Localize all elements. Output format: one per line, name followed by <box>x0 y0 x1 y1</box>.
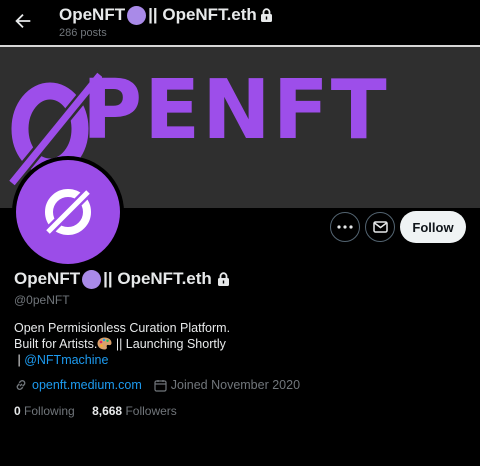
lock-icon <box>260 8 272 22</box>
profile-name-suffix: || OpeNFT.eth <box>103 269 212 288</box>
purple-circle-emoji-icon <box>82 269 102 289</box>
calendar-icon <box>154 379 167 392</box>
profile-meta: openft.medium.com Joined November 2020 <box>14 378 300 392</box>
back-arrow-icon[interactable] <box>12 10 34 32</box>
profile-bio: Open Permisionless Curation Platform. Bu… <box>14 320 230 368</box>
bio-line-2: Built for Artists. || Launching Shortly <box>14 336 230 352</box>
followers-label: Followers <box>125 404 177 418</box>
followers-count: 8,668 <box>92 404 123 418</box>
link-icon <box>16 380 26 390</box>
joined-date: Joined November 2020 <box>170 378 301 392</box>
following-count: 0 <box>14 404 21 418</box>
envelope-icon <box>372 221 388 233</box>
more-dots-icon <box>337 225 353 229</box>
artist-palette-emoji-icon <box>97 337 112 350</box>
more-options-button[interactable] <box>330 212 360 242</box>
following-label: Following <box>24 404 75 418</box>
bio-line-3: | @NFTmachine <box>14 352 230 368</box>
following-link[interactable]: 0 Following <box>14 404 75 418</box>
bio-line-3-prefix: | <box>14 353 25 367</box>
header-title-suffix: || OpeNFT.eth <box>148 5 257 24</box>
bio-line-2-after: || Launching Shortly <box>112 337 226 351</box>
bio-mention-link[interactable]: @NFTmachine <box>24 353 108 367</box>
banner-wordmark: PENFT <box>82 63 389 158</box>
profile-name: OpeNFT || OpeNFT.eth <box>14 269 230 289</box>
header-title-prefix: OpeNFT <box>59 5 126 24</box>
avatar-image <box>16 160 120 264</box>
profile-handle: @0peNFT <box>14 293 70 307</box>
follow-button[interactable]: Follow <box>400 211 466 243</box>
lock-icon <box>217 272 229 286</box>
profile-name-prefix: OpeNFT <box>14 269 81 288</box>
header-title: OpeNFT || OpeNFT.eth <box>59 5 273 25</box>
website-link[interactable]: openft.medium.com <box>32 378 142 392</box>
bio-line-2-text: Built for Artists. <box>14 337 98 351</box>
top-bar: OpeNFT || OpeNFT.eth 286 posts <box>0 0 480 44</box>
post-count: 286 posts <box>59 27 107 39</box>
purple-circle-emoji-icon <box>127 5 147 25</box>
profile-avatar[interactable] <box>12 156 124 268</box>
openft-logo-icon <box>42 186 94 238</box>
follow-stats: 0 Following 8,668 Followers <box>14 404 177 418</box>
bio-line-1: Open Permisionless Curation Platform. <box>14 321 231 335</box>
followers-link[interactable]: 8,668 Followers <box>92 404 177 418</box>
message-button[interactable] <box>365 212 395 242</box>
